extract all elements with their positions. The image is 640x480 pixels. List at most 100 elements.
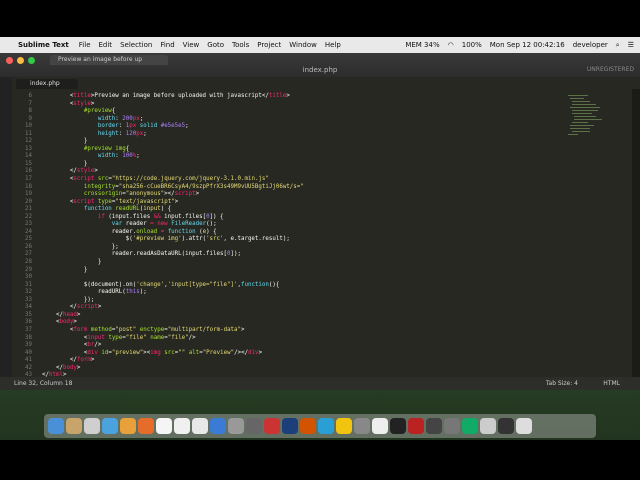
line-number: 33: [25, 296, 32, 303]
clock[interactable]: Mon Sep 12 00:42:16: [490, 41, 565, 49]
code-line[interactable]: #preview img{: [42, 146, 562, 154]
code-line[interactable]: <form method="post" enctype="multipart/f…: [42, 327, 562, 335]
dock-app-icon[interactable]: [282, 418, 298, 434]
code-line[interactable]: reader.readAsDataURL(input.files[0]);: [42, 251, 562, 259]
dock-app-icon[interactable]: [228, 418, 244, 434]
dock-app-icon[interactable]: [516, 418, 532, 434]
dock-app-icon[interactable]: [426, 418, 442, 434]
code-line[interactable]: height: 120px;: [42, 131, 562, 139]
code-line[interactable]: <title>Preview an image before uploaded …: [42, 93, 562, 101]
menu-file[interactable]: File: [79, 41, 91, 49]
code-line[interactable]: crossorigin="anonymous"></script>: [42, 191, 562, 199]
menu-goto[interactable]: Goto: [207, 41, 224, 49]
dock-app-icon[interactable]: [498, 418, 514, 434]
tab-size-selector[interactable]: Tab Size: 4: [546, 377, 578, 390]
dock-app-icon[interactable]: [264, 418, 280, 434]
dock-app-icon[interactable]: [390, 418, 406, 434]
menu-edit[interactable]: Edit: [99, 41, 113, 49]
menu-selection[interactable]: Selection: [120, 41, 152, 49]
code-line[interactable]: }: [42, 161, 562, 169]
minimap[interactable]: [566, 93, 610, 141]
dock-app-icon[interactable]: [372, 418, 388, 434]
dock-app-icon[interactable]: [102, 418, 118, 434]
dock-app-icon[interactable]: [84, 418, 100, 434]
dock-app-icon[interactable]: [210, 418, 226, 434]
dock-app-icon[interactable]: [318, 418, 334, 434]
code-line[interactable]: border: 1px solid #e5e5e5;: [42, 123, 562, 131]
wifi-icon[interactable]: ◠: [448, 41, 454, 49]
code-line[interactable]: [42, 274, 562, 282]
dock-app-icon[interactable]: [480, 418, 496, 434]
menu-tools[interactable]: Tools: [232, 41, 249, 49]
code-line[interactable]: </body>: [42, 365, 562, 373]
user-name[interactable]: developer: [573, 41, 608, 49]
code-line[interactable]: <div id="preview"><img src="" alt="Previ…: [42, 350, 562, 358]
dock-app-icon[interactable]: [138, 418, 154, 434]
minimize-window-icon[interactable]: [17, 57, 24, 64]
line-number: 19: [25, 191, 32, 198]
dock-app-icon[interactable]: [48, 418, 64, 434]
code-line[interactable]: <br/>: [42, 342, 562, 350]
code-line[interactable]: <input type="file" name="file"/>: [42, 335, 562, 343]
menu-view[interactable]: View: [183, 41, 200, 49]
app-menu[interactable]: Sublime Text: [18, 41, 69, 49]
line-number: 22: [25, 213, 32, 220]
code-line[interactable]: <style>: [42, 101, 562, 109]
code-area[interactable]: <title>Preview an image before uploaded …: [42, 93, 562, 377]
code-line[interactable]: integrity="sha256-cCueBR6CsyA4/9szpPfrX3…: [42, 184, 562, 192]
code-line[interactable]: reader.onload = function (e) {: [42, 229, 562, 237]
code-line[interactable]: if (input.files && input.files[0]) {: [42, 214, 562, 222]
search-icon[interactable]: ⌕: [616, 41, 620, 50]
dock-app-icon[interactable]: [156, 418, 172, 434]
menu-find[interactable]: Find: [160, 41, 174, 49]
dock-app-icon[interactable]: [354, 418, 370, 434]
line-number: 40: [25, 349, 32, 356]
code-line[interactable]: <body>: [42, 319, 562, 327]
code-line[interactable]: #preview{: [42, 108, 562, 116]
notification-icon[interactable]: ☰: [628, 41, 634, 49]
file-tab-index-php[interactable]: index.php: [16, 79, 78, 89]
code-editor[interactable]: 6 7 8 9 10 11 12 13 14 15 16 17 18 19 20 21 22 23 24 25 26 27…: [12, 89, 632, 377]
line-number: 29: [25, 266, 32, 273]
code-line[interactable]: </script>: [42, 304, 562, 312]
battery-status[interactable]: 100%: [462, 41, 482, 49]
code-line[interactable]: width: 200px;: [42, 116, 562, 124]
dock-app-icon[interactable]: [444, 418, 460, 434]
line-number: 35: [25, 311, 32, 318]
dock-app-icon[interactable]: [300, 418, 316, 434]
code-line[interactable]: $('#preview img').attr('src', e.target.r…: [42, 236, 562, 244]
dock-app-icon[interactable]: [336, 418, 352, 434]
menu-window[interactable]: Window: [289, 41, 317, 49]
menu-project[interactable]: Project: [257, 41, 281, 49]
dock-app-icon[interactable]: [192, 418, 208, 434]
unregistered-label: UNREGISTERED: [586, 66, 634, 73]
code-line[interactable]: </style>: [42, 168, 562, 176]
code-line[interactable]: }: [42, 259, 562, 267]
dock-app-icon[interactable]: [462, 418, 478, 434]
dock-app-icon[interactable]: [120, 418, 136, 434]
code-line[interactable]: var reader = new FileReader();: [42, 221, 562, 229]
menu-help[interactable]: Help: [325, 41, 341, 49]
code-line[interactable]: readURL(this);: [42, 289, 562, 297]
syntax-selector[interactable]: HTML: [603, 377, 620, 390]
code-line[interactable]: width: 100%;: [42, 153, 562, 161]
code-line[interactable]: });: [42, 297, 562, 305]
memory-status[interactable]: MEM 34%: [405, 41, 439, 49]
dock-app-icon[interactable]: [246, 418, 262, 434]
code-line[interactable]: </head>: [42, 312, 562, 320]
zoom-window-icon[interactable]: [28, 57, 35, 64]
code-line[interactable]: function readURL(input) {: [42, 206, 562, 214]
dock-app-icon[interactable]: [66, 418, 82, 434]
code-line[interactable]: }: [42, 267, 562, 275]
dock-app-icon[interactable]: [408, 418, 424, 434]
vertical-scrollbar[interactable]: [632, 89, 640, 377]
close-window-icon[interactable]: [6, 57, 13, 64]
browser-tab-preview[interactable]: Preview an image before up: [50, 55, 168, 65]
code-line[interactable]: }: [42, 138, 562, 146]
dock-app-icon[interactable]: [174, 418, 190, 434]
code-line[interactable]: $(document).on('change','input[type="fil…: [42, 282, 562, 290]
code-line[interactable]: <script type="text/javascript">: [42, 199, 562, 207]
code-line[interactable]: <script src="https://code.jquery.com/jqu…: [42, 176, 562, 184]
code-line[interactable]: };: [42, 244, 562, 252]
code-line[interactable]: </form>: [42, 357, 562, 365]
